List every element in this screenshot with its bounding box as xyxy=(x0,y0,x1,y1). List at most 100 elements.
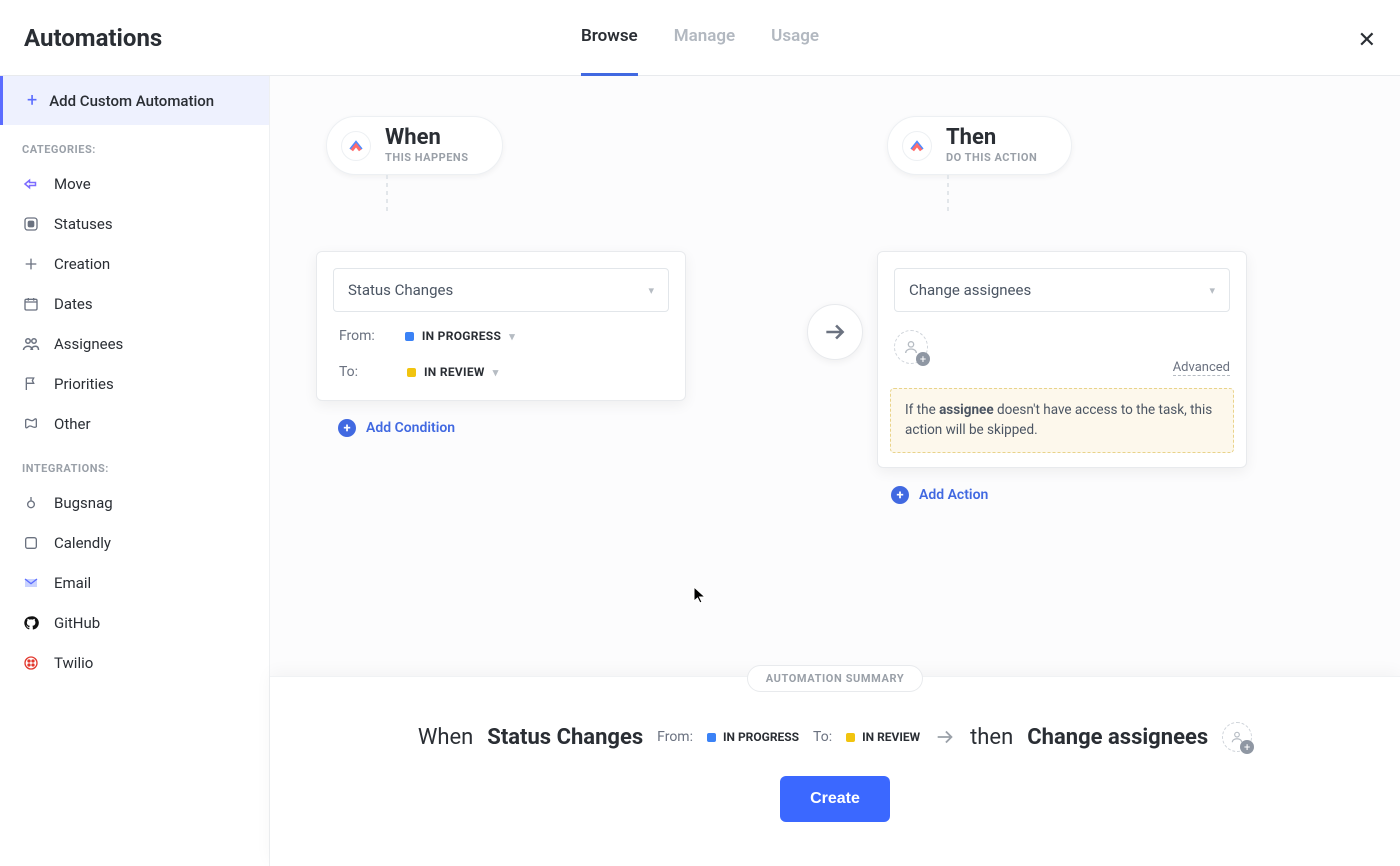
advanced-link[interactable]: Advanced xyxy=(1173,360,1230,376)
sidebar-item-bugsnag[interactable]: Bugsnag xyxy=(0,483,269,523)
status-color-dot xyxy=(405,332,414,341)
summary-when-word: When xyxy=(418,725,473,750)
arrow-right-icon xyxy=(934,726,956,748)
bugsnag-icon xyxy=(22,494,40,512)
add-action-label: Add Action xyxy=(919,487,988,503)
summary-sentence: When Status Changes From: IN PROGRESS To… xyxy=(418,722,1252,752)
other-icon xyxy=(22,415,40,433)
sidebar-item-email[interactable]: Email xyxy=(0,563,269,603)
then-subtitle: DO THIS ACTION xyxy=(946,151,1037,164)
sidebar-item-dates[interactable]: Dates xyxy=(0,284,269,324)
plus-icon: + xyxy=(27,90,37,111)
then-action-card: Change assignees ▾ Advanced If the assig… xyxy=(877,251,1247,468)
sidebar-item-label: Move xyxy=(54,175,91,193)
sidebar-item-assignees[interactable]: Assignees xyxy=(0,324,269,364)
chevron-down-icon: ▾ xyxy=(509,330,515,343)
move-icon xyxy=(22,175,40,193)
summary-trigger: Status Changes xyxy=(487,725,643,750)
sidebar-item-label: Statuses xyxy=(54,215,113,233)
plus-circle-icon: + xyxy=(338,419,356,437)
summary-from-label: From: xyxy=(657,729,693,745)
priorities-icon xyxy=(22,375,40,393)
sidebar-item-label: Dates xyxy=(54,295,93,313)
summary-add-assignee-button[interactable] xyxy=(1222,722,1252,752)
categories-heading: CATEGORIES: xyxy=(0,125,269,164)
sidebar-item-priorities[interactable]: Priorities xyxy=(0,364,269,404)
trigger-to-row: To: IN REVIEW ▾ xyxy=(317,360,685,400)
add-assignee-button[interactable] xyxy=(894,330,928,364)
from-status-value: IN PROGRESS xyxy=(422,329,501,343)
action-select-value: Change assignees xyxy=(909,281,1031,299)
creation-icon xyxy=(22,255,40,273)
sidebar-item-github[interactable]: GitHub xyxy=(0,603,269,643)
sidebar-item-label: Calendly xyxy=(54,534,111,552)
sidebar-item-label: Other xyxy=(54,415,91,433)
connector-line xyxy=(386,175,388,213)
connector-line xyxy=(947,175,949,213)
when-subtitle: THIS HAPPENS xyxy=(385,151,468,164)
dates-icon xyxy=(22,295,40,313)
calendly-icon xyxy=(22,534,40,552)
clickup-logo-icon xyxy=(341,131,371,161)
summary-to-status: IN REVIEW xyxy=(846,730,920,744)
from-label: From: xyxy=(339,328,375,344)
summary-to-label: To: xyxy=(813,729,832,745)
summary-then-word: then xyxy=(970,725,1013,750)
sidebar-item-label: Bugsnag xyxy=(54,494,113,512)
integrations-heading: INTEGRATIONS: xyxy=(0,444,269,483)
add-condition-button[interactable]: + Add Condition xyxy=(338,419,455,437)
when-title: When xyxy=(385,127,468,149)
then-title: Then xyxy=(946,127,1037,149)
sidebar: + Add Custom Automation CATEGORIES: Move… xyxy=(0,76,270,866)
trigger-select-value: Status Changes xyxy=(348,281,453,299)
sidebar-item-move[interactable]: Move xyxy=(0,164,269,204)
close-icon[interactable]: ✕ xyxy=(1358,28,1376,53)
sidebar-item-other[interactable]: Other xyxy=(0,404,269,444)
sidebar-item-label: Creation xyxy=(54,255,110,273)
status-color-dot xyxy=(407,368,416,377)
sidebar-item-label: Email xyxy=(54,574,91,592)
plus-circle-icon: + xyxy=(891,486,909,504)
chevron-down-icon: ▾ xyxy=(648,284,654,297)
add-custom-automation-button[interactable]: + Add Custom Automation xyxy=(0,76,269,125)
email-icon xyxy=(22,574,40,592)
clickup-logo-icon xyxy=(902,131,932,161)
add-custom-label: Add Custom Automation xyxy=(49,92,214,110)
tab-manage[interactable]: Manage xyxy=(674,0,735,76)
trigger-from-row: From: IN PROGRESS ▾ xyxy=(317,312,685,360)
twilio-icon xyxy=(22,654,40,672)
sidebar-item-twilio[interactable]: Twilio xyxy=(0,643,269,683)
add-condition-label: Add Condition xyxy=(366,420,455,436)
summary-action: Change assignees xyxy=(1027,725,1208,750)
to-status-select[interactable]: IN REVIEW ▾ xyxy=(407,365,499,379)
sidebar-item-label: Twilio xyxy=(54,654,93,672)
sidebar-item-creation[interactable]: Creation xyxy=(0,244,269,284)
summary-from-status: IN PROGRESS xyxy=(707,730,799,744)
status-icon xyxy=(22,215,40,233)
from-status-select[interactable]: IN PROGRESS ▾ xyxy=(405,329,515,343)
tab-browse[interactable]: Browse xyxy=(581,0,638,76)
then-header-pill: Then DO THIS ACTION xyxy=(887,116,1072,175)
chevron-down-icon: ▾ xyxy=(493,366,499,379)
github-icon xyxy=(22,614,40,632)
when-header-pill: When THIS HAPPENS xyxy=(326,116,503,175)
tab-usage[interactable]: Usage xyxy=(771,0,819,76)
assignees-icon xyxy=(22,335,40,353)
to-status-value: IN REVIEW xyxy=(424,365,485,379)
sidebar-item-label: GitHub xyxy=(54,614,100,632)
assignee-warning: If the assignee doesn't have access to t… xyxy=(890,388,1234,453)
action-select[interactable]: Change assignees ▾ xyxy=(894,268,1230,312)
automation-summary-bar: AUTOMATION SUMMARY When Status Changes F… xyxy=(270,676,1400,866)
sidebar-item-calendly[interactable]: Calendly xyxy=(0,523,269,563)
to-label: To: xyxy=(339,364,377,380)
create-button[interactable]: Create xyxy=(780,776,890,822)
summary-heading: AUTOMATION SUMMARY xyxy=(747,665,924,692)
header-tabs: Browse Manage Usage xyxy=(581,0,819,76)
page-title: Automations xyxy=(24,24,162,52)
chevron-down-icon: ▾ xyxy=(1209,284,1215,297)
add-action-button[interactable]: + Add Action xyxy=(891,486,988,504)
sidebar-item-label: Priorities xyxy=(54,375,114,393)
when-trigger-card: Status Changes ▾ From: IN PROGRESS ▾ To: xyxy=(316,251,686,401)
sidebar-item-statuses[interactable]: Statuses xyxy=(0,204,269,244)
trigger-select[interactable]: Status Changes ▾ xyxy=(333,268,669,312)
